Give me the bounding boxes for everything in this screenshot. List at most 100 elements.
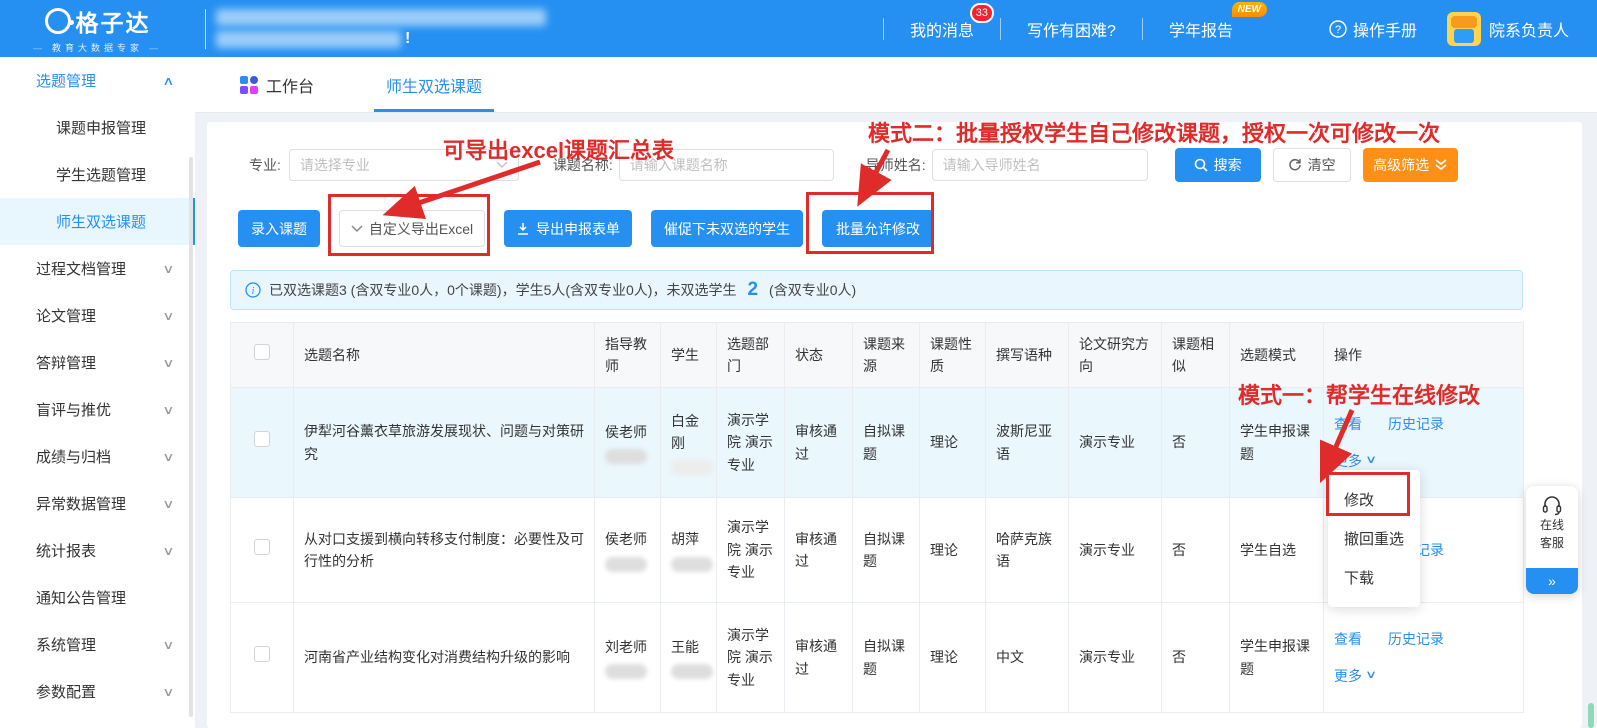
cell-status: 审核通过 [785,498,853,603]
chevron-down-icon: ∨ [162,638,174,652]
cell-direction: 演示专业 [1069,388,1162,498]
col-topic-name: 选题名称 [294,323,595,388]
view-link[interactable]: 查看 [1334,413,1362,435]
more-actions-dropdown: 修改 撤回重选 下载 [1328,470,1420,607]
clear-button[interactable]: 清空 [1273,148,1351,182]
logo-text: 格子达 [76,4,151,38]
cell-status: 审核通过 [785,603,853,713]
sidebar-item-notice[interactable]: 通知公告管理 [0,574,195,621]
export-form-button[interactable]: 导出申报表单 [504,210,632,247]
sidebar-item-thesis-management[interactable]: 论文管理∨ [0,292,195,339]
col-language: 撰写语种 [986,323,1069,388]
headset-icon [1541,494,1563,516]
select-all-checkbox[interactable] [254,344,270,360]
new-badge: NEW [1232,2,1267,17]
header-divider [205,9,206,49]
urge-students-button[interactable]: 催促下未双选的学生 [651,210,803,247]
page-scrollbar-thumb[interactable] [1588,703,1594,728]
more-link[interactable]: 更多 [1334,665,1362,687]
cell-status: 审核通过 [785,388,853,498]
svg-text:?: ? [1335,24,1341,36]
cell-topic-name: 伊犁河谷薰衣草旅游发展现状、问题与对策研究 [294,388,595,498]
cell-nature: 理论 [920,388,986,498]
chevron-down-icon: ∨ [162,450,174,464]
cell-language: 波斯尼亚语 [986,388,1069,498]
sidebar-item-system[interactable]: 系统管理∨ [0,621,195,668]
nav-writing-help[interactable]: 写作有困难? [1001,17,1142,41]
cell-nature: 理论 [920,498,986,603]
col-direction: 论文研究方向 [1069,323,1162,388]
view-link[interactable]: 查看 [1334,628,1362,650]
svg-text:i: i [252,286,255,297]
chevron-down-icon: ∨ [1365,667,1377,685]
cell-student: 胡萍 [661,498,717,603]
role-label: 院系负责人 [1489,17,1569,41]
download-icon [516,222,530,236]
message-count-badge: 33 [970,3,994,23]
row-checkbox[interactable] [254,646,270,662]
chevron-down-icon: ∨ [162,356,174,370]
question-circle-icon: ? [1329,20,1347,38]
row-checkbox[interactable] [254,431,270,447]
online-service-widget[interactable]: 在线客服 » [1526,486,1578,594]
sidebar-nav: 选题管理∧ 课题申报管理 学生选题管理 师生双选课题 过程文档管理∨ 论文管理∨… [0,57,195,728]
cell-teacher: 刘老师 [595,603,661,713]
sidebar-item-parameters[interactable]: 参数配置∨ [0,668,195,715]
custom-export-excel-button[interactable]: 自定义导出Excel [339,210,485,247]
sidebar-item-statistics[interactable]: 统计报表∨ [0,527,195,574]
search-button[interactable]: 搜索 [1175,148,1261,182]
chevron-down-icon: ∨ [162,309,174,323]
cell-similarity: 否 [1162,498,1230,603]
chevron-down-icon: ∨ [162,497,174,511]
info-suffix: (含双专业0人) [769,280,856,300]
unselected-count: 2 [747,279,758,301]
history-link[interactable]: 历史记录 [1388,413,1444,435]
batch-allow-modify-button[interactable]: 批量允许修改 [822,210,934,247]
dropdown-item-withdraw[interactable]: 撤回重选 [1328,519,1420,558]
service-label: 在线客服 [1540,516,1564,552]
add-topic-button[interactable]: 录入课题 [238,210,320,247]
user-role-menu[interactable]: 院系负责人 [1447,12,1569,46]
sidebar-item-mutual-selection[interactable]: 师生双选课题 [0,198,195,245]
sidebar-item-blind-review[interactable]: 盲评与推优∨ [0,386,195,433]
tab-mutual-selection[interactable]: 师生双选课题 [374,57,494,112]
content-panel: 专业: 请选择专业 课题名称: 导师姓名: 搜索 清空 高级筛选 录入课题 自定… [207,122,1582,728]
annotation-mode-one: 模式一：帮学生在线修改 [1238,378,1480,410]
history-link[interactable]: 历史记录 [1388,628,1444,650]
annotation-mode-two: 模式二：批量授权学生自己修改课题，授权一次可修改一次 [868,116,1440,148]
sidebar-item-student-topic[interactable]: 学生选题管理 [0,151,195,198]
nav-my-messages[interactable]: 我的消息 33 [884,17,1000,41]
action-button-row: 录入课题 自定义导出Excel 导出申报表单 催促下未双选的学生 批量允许修改 [238,210,1582,247]
sidebar-item-topic-declare[interactable]: 课题申报管理 [0,104,195,151]
cell-teacher: 侯老师 [595,388,661,498]
cell-similarity: 否 [1162,388,1230,498]
nav-annual-report[interactable]: 学年报告 NEW [1143,17,1259,41]
sidebar-item-defense-management[interactable]: 答辩管理∨ [0,339,195,386]
cell-direction: 演示专业 [1069,498,1162,603]
double-chevron-down-icon [1435,159,1447,171]
dropdown-item-download[interactable]: 下载 [1328,558,1420,597]
sidebar-item-topic-management[interactable]: 选题管理∧ [0,57,195,104]
sidebar-item-abnormal-data[interactable]: 异常数据管理∨ [0,480,195,527]
dropdown-item-modify[interactable]: 修改 [1328,480,1420,519]
cell-student: 白金刚 [661,388,717,498]
tab-workbench[interactable]: 工作台 [240,73,314,97]
service-expand-button[interactable]: » [1526,568,1578,594]
manual-button[interactable]: ? 操作手册 [1329,17,1417,41]
sidebar-item-grades-archive[interactable]: 成绩与归档∨ [0,433,195,480]
chevron-down-icon: ∨ [162,403,174,417]
blurred-name [671,460,713,475]
app-logo: 格子达 教育大数据专家 [0,4,195,54]
advanced-filter-button[interactable]: 高级筛选 [1363,148,1458,182]
row-checkbox[interactable] [254,539,270,555]
tutor-name-input[interactable] [932,149,1148,181]
col-status: 状态 [785,323,853,388]
cell-teacher: 侯老师 [595,498,661,603]
more-link[interactable]: 更多 [1334,450,1362,472]
col-teacher: 指导教师 [595,323,661,388]
sidebar-item-process-docs[interactable]: 过程文档管理∨ [0,245,195,292]
col-source: 课题来源 [853,323,920,388]
cell-topic-name: 河南省产业结构变化对消费结构升级的影响 [294,603,595,713]
chevron-down-icon: ∨ [162,544,174,558]
sidebar-scrollbar[interactable] [189,157,193,717]
